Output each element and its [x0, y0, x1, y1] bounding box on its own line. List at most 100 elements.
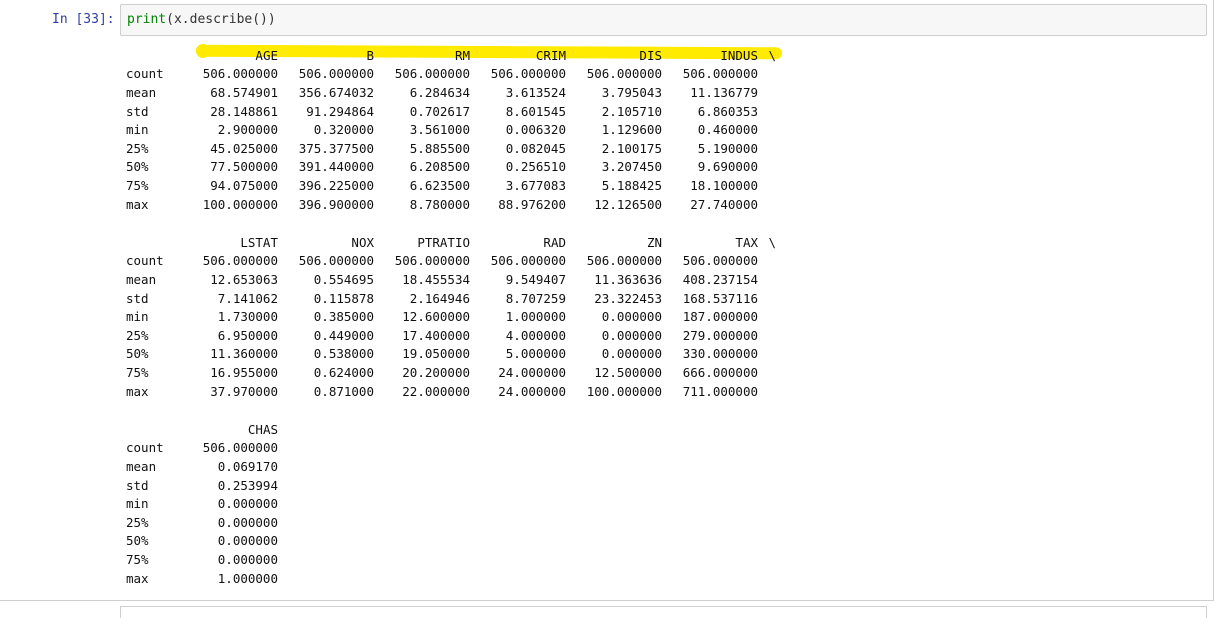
stat-value: 0.624000: [313, 364, 374, 380]
stat-row: max 1.000000: [126, 569, 278, 588]
stat-value: 0.000000: [601, 327, 662, 343]
stat-value: 408.237154: [682, 271, 758, 287]
stat-value: 187.000000: [682, 309, 758, 325]
stat-value: 8.601545: [505, 103, 566, 119]
column-header: RAD: [543, 234, 566, 250]
stat-label: min: [126, 309, 149, 325]
column-header: LSTAT: [240, 234, 278, 250]
stat-label: count: [126, 66, 164, 82]
stat-row: max 100.000000 396.900000 8.780000 88.976200…: [126, 195, 776, 214]
header-row: AGE B RM CRIM DIS INDUS \: [126, 46, 776, 65]
stat-value: 17.400000: [402, 327, 470, 343]
stat-row: mean 68.574901 356.674032 6.284634 3.613524 3…: [126, 83, 776, 102]
stat-row: 75% 94.075000 396.225000 6.623500 3.677083 5.…: [126, 176, 776, 195]
stat-value: 506.000000: [202, 66, 278, 82]
stat-value: 4.000000: [505, 327, 566, 343]
stat-row: min 0.000000: [126, 494, 278, 513]
stat-value: 23.322453: [594, 290, 662, 306]
stat-value: 0.006320: [505, 122, 566, 138]
input-prompt: In [33]:: [52, 12, 115, 27]
stat-row: std 7.141062 0.115878 2.164946 8.707259 23.32…: [126, 289, 776, 308]
stat-value: 8.780000: [409, 196, 470, 212]
header-row: CHAS: [126, 420, 278, 439]
stat-value: 1.000000: [217, 570, 278, 586]
stat-value: 7.141062: [217, 290, 278, 306]
stat-value: 1.129600: [601, 122, 662, 138]
stat-label: 25%: [126, 327, 149, 343]
stat-value: 2.900000: [217, 122, 278, 138]
stat-value: 11.136779: [690, 84, 758, 100]
stat-value: 666.000000: [682, 364, 758, 380]
stat-value: 9.549407: [505, 271, 566, 287]
stat-value: 0.000000: [217, 533, 278, 549]
stat-value: 0.000000: [217, 496, 278, 512]
stat-row: 75% 16.955000 0.624000 20.200000 24.000000 12…: [126, 363, 776, 382]
column-header: ZN: [646, 234, 662, 250]
stat-value: 279.000000: [682, 327, 758, 343]
stat-row: mean 12.653063 0.554695 18.455534 9.549407 11…: [126, 270, 776, 289]
stat-value: 9.690000: [697, 159, 758, 175]
stat-value: 396.900000: [298, 196, 374, 212]
stat-value: 16.955000: [210, 364, 278, 380]
stat-value: 0.449000: [313, 327, 374, 343]
stat-value: 0.320000: [313, 122, 374, 138]
stat-label: min: [126, 496, 149, 512]
stat-value: 0.082045: [505, 140, 566, 156]
stat-value: 68.574901: [210, 84, 278, 100]
stat-value: 3.561000: [409, 122, 470, 138]
stat-row: 25% 45.025000 375.377500 5.885500 0.082045 2.…: [126, 139, 776, 158]
stat-label: 50%: [126, 346, 149, 362]
stat-value: 20.200000: [402, 364, 470, 380]
stat-value: 0.871000: [313, 383, 374, 399]
stat-value: 0.554695: [313, 271, 374, 287]
stat-value: 5.188425: [601, 177, 662, 193]
stat-value: 506.000000: [490, 66, 566, 82]
code-args: (x.describe()): [166, 12, 276, 27]
stat-row: 50% 0.000000: [126, 532, 278, 551]
stat-value: 506.000000: [202, 440, 278, 456]
stat-value: 0.069170: [217, 458, 278, 474]
stat-value: 506.000000: [586, 253, 662, 269]
stat-value: 330.000000: [682, 346, 758, 362]
stat-label: std: [126, 103, 149, 119]
stat-row: count 506.000000 506.000000 506.000000 506.0…: [126, 252, 776, 271]
stat-value: 711.000000: [682, 383, 758, 399]
stat-row: std 0.253994: [126, 476, 278, 495]
stat-value: 168.537116: [682, 290, 758, 306]
stat-value: 0.385000: [313, 309, 374, 325]
header-row: LSTAT NOX PTRATIO RAD ZN TAX \: [126, 233, 776, 252]
stat-label: max: [126, 570, 149, 586]
stat-value: 506.000000: [490, 253, 566, 269]
column-header: CHAS: [247, 421, 278, 437]
stat-label: mean: [126, 271, 157, 287]
column-header: PTRATIO: [417, 234, 470, 250]
stat-label: 75%: [126, 551, 149, 567]
column-header: B: [366, 47, 374, 63]
stat-label: 50%: [126, 533, 149, 549]
stat-value: 11.363636: [594, 271, 662, 287]
stat-value: 0.000000: [601, 309, 662, 325]
stat-label: 25%: [126, 514, 149, 530]
stat-value: 100.000000: [202, 196, 278, 212]
column-header: TAX: [735, 234, 758, 250]
stat-value: 506.000000: [394, 66, 470, 82]
stat-value: 22.000000: [402, 383, 470, 399]
stat-label: 25%: [126, 140, 149, 156]
stat-value: 3.677083: [505, 177, 566, 193]
stat-value: 3.795043: [601, 84, 662, 100]
stat-value: 5.190000: [697, 140, 758, 156]
stat-value: 506.000000: [586, 66, 662, 82]
stat-label: mean: [126, 458, 157, 474]
stat-value: 0.000000: [601, 346, 662, 362]
stat-label: mean: [126, 84, 157, 100]
stat-row: 50% 11.360000 0.538000 19.050000 5.000000 0.0…: [126, 345, 776, 364]
stat-value: 6.950000: [217, 327, 278, 343]
stat-value: 12.126500: [594, 196, 662, 212]
stat-value: 12.600000: [402, 309, 470, 325]
stat-value: 37.970000: [210, 383, 278, 399]
code-input[interactable]: print(x.describe()): [120, 4, 1207, 36]
describe-block-1: AGE B RM CRIM DIS INDUS \ count 506.000000 506.00…: [126, 46, 776, 213]
next-cell[interactable]: [120, 606, 1207, 618]
stat-value: 0.256510: [505, 159, 566, 175]
stat-value: 506.000000: [202, 253, 278, 269]
